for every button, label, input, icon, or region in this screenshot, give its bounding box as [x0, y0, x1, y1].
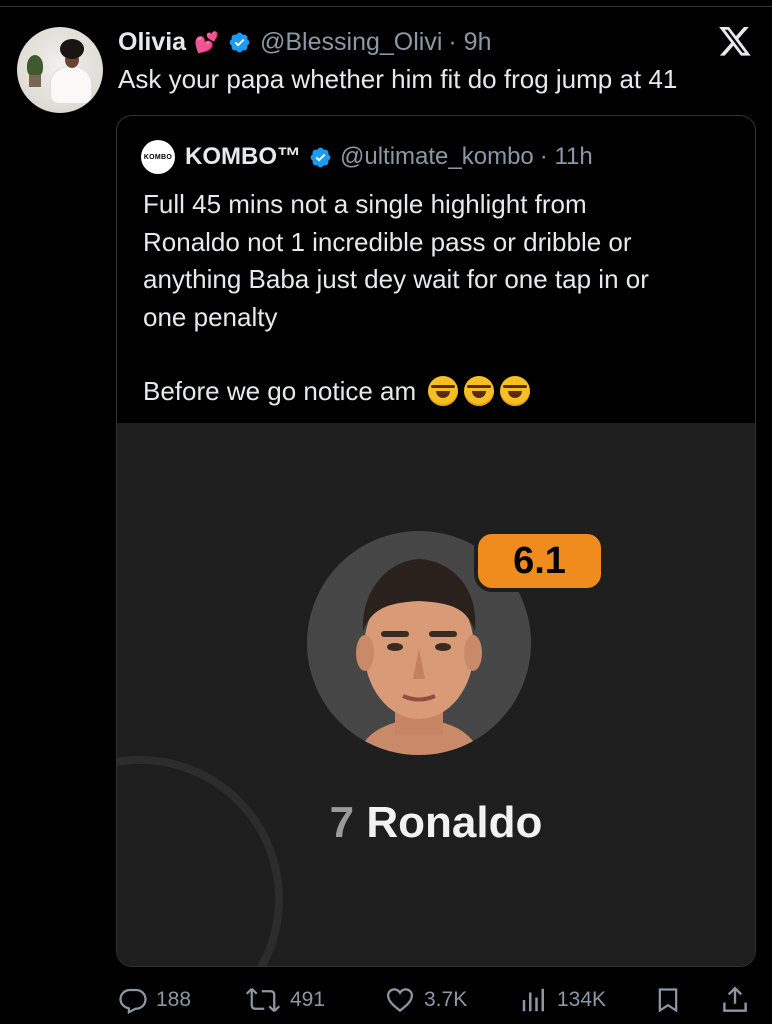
- quoted-time[interactable]: · 11h: [540, 143, 593, 171]
- quoted-tweet[interactable]: KOMBO KOMBO™ @ultimate_kombo · 11h Full …: [116, 115, 756, 967]
- player-name-label: 7 Ronaldo: [117, 798, 755, 848]
- quoted-text: Full 45 mins not a single highlight from…: [143, 186, 743, 411]
- quoted-header: KOMBO KOMBO™ @ultimate_kombo · 11h: [141, 140, 593, 174]
- quoted-author-handle[interactable]: @ultimate_kombo: [340, 143, 534, 171]
- author-handle[interactable]: @Blessing_Olivi: [260, 28, 442, 57]
- verified-badge-icon: [228, 31, 251, 54]
- author-avatar[interactable]: [17, 27, 103, 113]
- reply-icon: [119, 988, 147, 1015]
- two-hearts-emoji: 💕: [194, 31, 219, 54]
- reply-button[interactable]: 188: [118, 980, 191, 1020]
- rolling-on-floor-laughing-emoji: [500, 376, 531, 406]
- top-divider: [0, 6, 772, 7]
- player-number: 7: [329, 798, 355, 847]
- decorative-arc: [117, 756, 283, 966]
- like-count: 3.7K: [424, 988, 468, 1011]
- views-button[interactable]: 134K: [519, 980, 606, 1020]
- quoted-avatar[interactable]: KOMBO: [141, 140, 175, 174]
- player-rating-badge: 6.1: [474, 530, 605, 592]
- retweet-button[interactable]: 491: [244, 980, 325, 1020]
- tweet-header: Olivia 💕 @Blessing_Olivi · 9h: [118, 25, 491, 59]
- quoted-text-last-line: Before we go notice am: [143, 373, 743, 411]
- player-name: Ronaldo: [366, 798, 543, 847]
- quoted-author-name[interactable]: KOMBO™: [185, 143, 301, 171]
- views-count: 134K: [557, 988, 607, 1011]
- quoted-avatar-text: KOMBO: [143, 153, 173, 161]
- tweet-text: Ask your papa whether him fit do frog ju…: [118, 64, 678, 94]
- retweet-count: 491: [290, 988, 326, 1011]
- quoted-text-line: Ronaldo not 1 incredible pass or dribble…: [143, 226, 632, 257]
- retweet-icon: [245, 987, 281, 1013]
- share-icon: [723, 986, 747, 1012]
- views-icon: [522, 988, 544, 1012]
- author-name[interactable]: Olivia: [118, 28, 186, 57]
- bookmark-button[interactable]: [654, 980, 690, 1020]
- quoted-text-line: one penalty: [143, 301, 278, 332]
- rolling-on-floor-laughing-emoji: [464, 376, 495, 406]
- rolling-on-floor-laughing-emoji: [428, 376, 459, 406]
- action-bar: 188 491 3.7K 134K: [0, 980, 772, 1020]
- quoted-text-line: anything Baba just dey wait for one tap …: [143, 264, 649, 294]
- tweet-time[interactable]: · 9h: [448, 28, 491, 57]
- quoted-media-image[interactable]: 6.1 7 Ronaldo: [117, 423, 755, 966]
- like-button[interactable]: 3.7K: [384, 980, 467, 1020]
- x-logo-icon[interactable]: [719, 27, 752, 57]
- reply-count: 188: [156, 988, 192, 1011]
- share-button[interactable]: [720, 980, 758, 1020]
- verified-badge-icon: [309, 146, 332, 169]
- heart-icon: [386, 988, 414, 1013]
- quoted-text-last: Before we go notice am: [143, 376, 417, 406]
- bookmark-icon: [658, 988, 678, 1013]
- quoted-text-line: Full 45 mins not a single highlight from: [143, 189, 587, 219]
